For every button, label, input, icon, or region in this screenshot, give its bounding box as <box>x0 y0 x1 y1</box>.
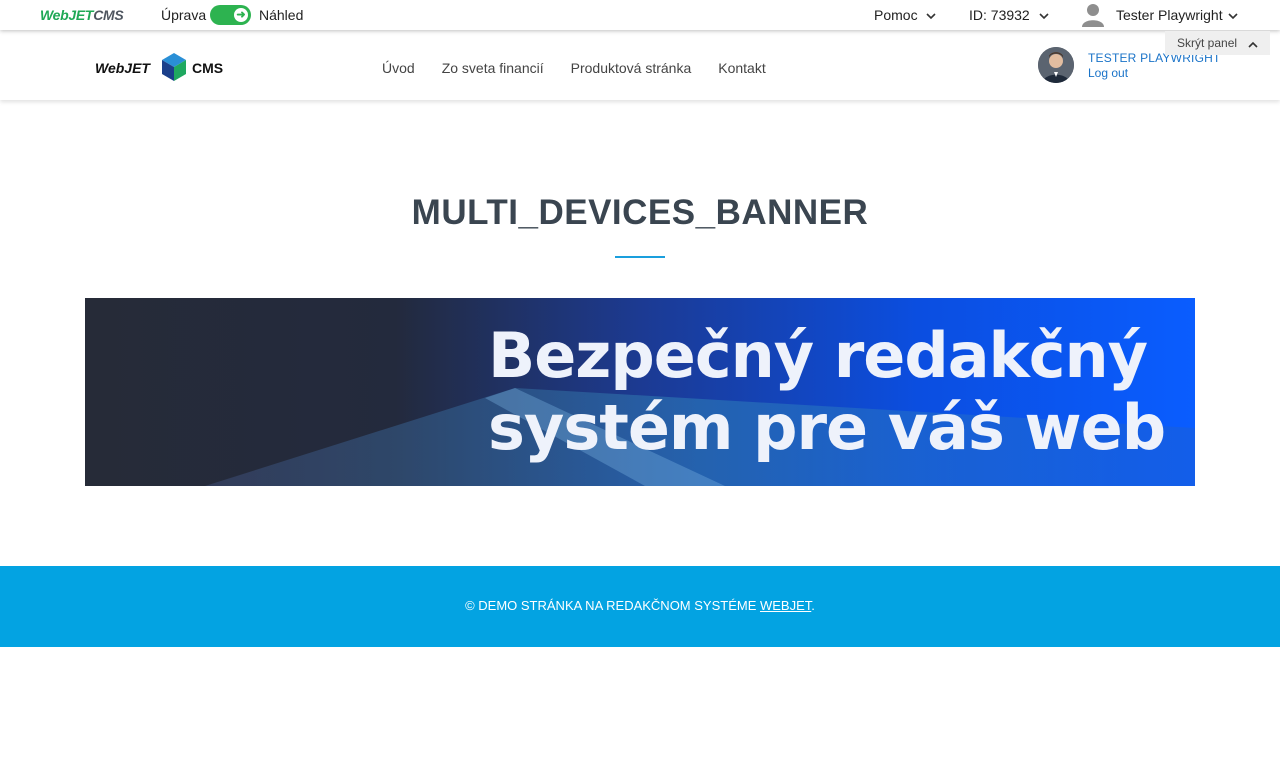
banner-headline-line-2: systém pre váš web <box>488 391 1166 464</box>
title-underline <box>615 256 665 258</box>
page-id-label: ID: 73932 <box>969 7 1030 23</box>
help-menu[interactable]: Pomoc <box>874 7 937 23</box>
user-icon <box>1082 4 1104 27</box>
help-menu-label: Pomoc <box>874 7 918 23</box>
cube-logo-icon <box>162 53 186 81</box>
main-navigation: Úvod Zo sveta financií Produktová stránka K… <box>382 60 793 76</box>
site-header: WebJET CMS Úvod Zo sveta financií Produkto… <box>0 30 1280 100</box>
admin-toolbar: WebJETCMS Úprava ➜ Náhled Pomoc ID: 7393… <box>0 0 1280 30</box>
preview-mode-label: Náhled <box>259 7 304 23</box>
multi-devices-banner: Bezpečný redakčný systém pre váš web <box>85 298 1195 486</box>
footer-text: © DEMO STRÁNKA NA REDAKČNOM SYSTÉME <box>465 598 760 613</box>
site-logo-web: WebJET <box>95 60 150 76</box>
chevron-down-icon <box>1039 11 1049 22</box>
footer-suffix: . <box>811 598 815 613</box>
nav-item-zo-sveta-financii[interactable]: Zo sveta financií <box>442 60 544 76</box>
page-id-menu[interactable]: ID: 73932 <box>969 7 1049 23</box>
nav-item-produktova-stranka[interactable]: Produktová stránka <box>571 60 692 76</box>
hide-panel-label: Skrýt panel <box>1177 36 1238 50</box>
site-footer: © DEMO STRÁNKA NA REDAKČNOM SYSTÉME WEBJ… <box>0 566 1280 647</box>
site-logo-cms: CMS <box>192 60 224 76</box>
edit-preview-toggle[interactable]: ➜ <box>210 5 251 25</box>
admin-logo-web: WebJET <box>40 7 94 23</box>
nav-item-kontakt[interactable]: Kontakt <box>718 60 765 76</box>
footer-webjet-link[interactable]: WEBJET <box>760 598 811 613</box>
user-menu-label: Tester Playwright <box>1116 7 1223 23</box>
chevron-up-icon <box>1248 37 1258 51</box>
edit-mode-label: Úprava <box>161 7 207 23</box>
chevron-down-icon <box>926 11 937 22</box>
arrow-right-icon: ➜ <box>234 8 248 22</box>
banner-headline-line-1: Bezpečný redakčný <box>488 319 1148 392</box>
hide-panel-button[interactable]: Skrýt panel <box>1165 31 1270 55</box>
admin-logo-cms: CMS <box>93 7 124 23</box>
nav-item-uvod[interactable]: Úvod <box>382 60 415 76</box>
profile-avatar <box>1038 47 1074 83</box>
chevron-down-icon <box>1228 11 1238 22</box>
webjet-admin-logo[interactable]: WebJETCMS <box>40 7 124 23</box>
logout-link[interactable]: Log out <box>1088 66 1128 80</box>
page-title: MULTI_DEVICES_BANNER <box>411 193 869 232</box>
